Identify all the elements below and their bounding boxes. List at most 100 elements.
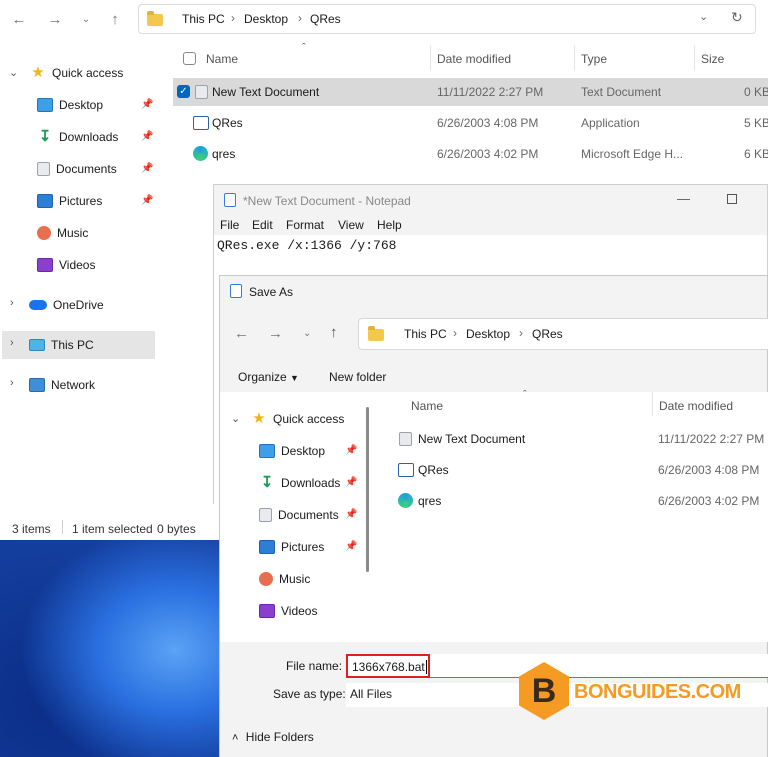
column-header-size[interactable]: Size bbox=[701, 52, 724, 66]
pin-icon[interactable]: 📌 bbox=[345, 445, 357, 456]
chevron-down-icon[interactable]: ⌄ bbox=[231, 412, 240, 425]
up-arrow-icon[interactable]: ↑ bbox=[104, 9, 126, 31]
chevron-right-icon: › bbox=[231, 11, 235, 25]
save-as-file-list: Name ˆ Date modified New Text Document 1… bbox=[378, 389, 768, 642]
sidebar-item-pictures[interactable]: Pictures bbox=[259, 534, 324, 560]
back-arrow-icon[interactable]: ← bbox=[8, 9, 30, 31]
column-divider[interactable] bbox=[652, 392, 653, 416]
menu-view[interactable]: View bbox=[338, 218, 364, 232]
sidebar-item-downloads[interactable]: ↧ Downloads bbox=[259, 470, 341, 496]
sidebar-item-videos[interactable]: Videos bbox=[37, 252, 95, 278]
sidebar-item-label: Documents bbox=[278, 508, 339, 522]
chevron-down-icon[interactable]: ⌄ bbox=[699, 10, 708, 23]
menu-format[interactable]: Format bbox=[286, 218, 324, 232]
sidebar-item-documents[interactable]: Documents bbox=[259, 502, 339, 528]
column-divider[interactable] bbox=[694, 46, 695, 70]
sort-up-icon: ˆ bbox=[302, 42, 306, 54]
list-item[interactable]: QRes 6/26/2003 4:08 PM bbox=[398, 456, 768, 484]
breadcrumb-this-pc[interactable]: This PC bbox=[182, 12, 225, 26]
file-name-input[interactable]: 1366x768.bat bbox=[346, 654, 430, 678]
star-icon: ★ bbox=[31, 64, 45, 81]
file-size: 5 KB bbox=[744, 116, 768, 130]
organize-button[interactable]: Organize ▼ bbox=[238, 370, 299, 384]
text-cursor bbox=[425, 660, 427, 674]
sidebar-item-desktop[interactable]: Desktop bbox=[259, 438, 325, 464]
file-type: Application bbox=[581, 116, 640, 130]
minimize-icon[interactable]: — bbox=[677, 191, 690, 206]
list-item[interactable]: qres 6/26/2003 4:02 PM bbox=[398, 487, 768, 515]
explorer-sidebar: ⌄ ★ Quick access Desktop 📌 ↧ Downloads 📌… bbox=[0, 40, 158, 516]
file-type: Microsoft Edge H... bbox=[581, 147, 684, 161]
recent-chevron-icon[interactable]: ⌄ bbox=[75, 9, 97, 31]
application-icon bbox=[398, 463, 414, 477]
sidebar-scrollbar[interactable] bbox=[366, 407, 369, 572]
column-header-name[interactable]: Name bbox=[206, 52, 238, 66]
pin-icon[interactable]: 📌 bbox=[345, 509, 357, 520]
forward-arrow-icon[interactable]: → bbox=[268, 325, 283, 342]
sidebar-item-videos[interactable]: Videos bbox=[259, 598, 317, 624]
sidebar-item-network[interactable]: Network bbox=[29, 372, 95, 398]
column-header-date[interactable]: Date modified bbox=[437, 52, 511, 66]
up-arrow-icon[interactable]: ↑ bbox=[330, 324, 338, 341]
chevron-right-icon[interactable]: › bbox=[10, 337, 14, 349]
menu-edit[interactable]: Edit bbox=[252, 218, 273, 232]
pin-icon[interactable]: 📌 bbox=[345, 541, 357, 552]
table-row[interactable]: QRes 6/26/2003 4:08 PM Application 5 KB bbox=[173, 109, 768, 137]
table-row[interactable]: ✓ New Text Document 11/11/2022 2:27 PM T… bbox=[173, 78, 768, 106]
select-all-checkbox[interactable] bbox=[183, 52, 196, 65]
column-divider[interactable] bbox=[430, 46, 431, 70]
breadcrumb-qres[interactable]: QRes bbox=[310, 12, 341, 26]
onedrive-icon bbox=[29, 300, 47, 310]
recent-chevron-icon[interactable]: ⌄ bbox=[303, 328, 311, 339]
breadcrumb-desktop[interactable]: Desktop bbox=[466, 327, 510, 341]
bonguides-logo: B BONGUIDES.COM bbox=[519, 662, 741, 720]
table-row[interactable]: qres 6/26/2003 4:02 PM Microsoft Edge H.… bbox=[173, 140, 768, 168]
save-as-address-bar[interactable]: This PC › Desktop › QRes bbox=[358, 318, 768, 350]
chevron-down-icon[interactable]: ⌄ bbox=[9, 66, 18, 79]
sort-up-icon: ˆ bbox=[523, 389, 527, 401]
sidebar-item-pictures[interactable]: Pictures bbox=[37, 188, 102, 214]
breadcrumb-desktop[interactable]: Desktop bbox=[244, 12, 288, 26]
pictures-icon bbox=[37, 194, 53, 208]
maximize-icon[interactable] bbox=[727, 194, 737, 204]
desktop-icon bbox=[259, 444, 275, 458]
hide-folders-button[interactable]: ˄ Hide Folders bbox=[232, 730, 314, 744]
sidebar-item-label: Quick access bbox=[52, 66, 124, 80]
column-header-date[interactable]: Date modified bbox=[659, 399, 733, 413]
sidebar-item-quick-access[interactable]: ★ Quick access bbox=[30, 60, 123, 86]
sidebar-item-downloads[interactable]: ↧ Downloads bbox=[37, 124, 119, 150]
chevron-up-icon: ˄ bbox=[232, 732, 239, 744]
sidebar-item-label: Pictures bbox=[281, 540, 325, 554]
sidebar-item-onedrive[interactable]: OneDrive bbox=[29, 292, 104, 318]
pin-icon[interactable]: 📌 bbox=[141, 195, 153, 206]
sidebar-item-music[interactable]: Music bbox=[37, 220, 88, 246]
menu-help[interactable]: Help bbox=[377, 218, 402, 232]
refresh-icon[interactable]: ↻ bbox=[731, 9, 743, 26]
sidebar-item-this-pc[interactable]: This PC bbox=[29, 332, 94, 358]
pin-icon[interactable]: 📌 bbox=[141, 163, 153, 174]
column-header-name[interactable]: Name bbox=[411, 399, 443, 413]
pin-icon[interactable]: 📌 bbox=[141, 131, 153, 142]
breadcrumb-this-pc[interactable]: This PC bbox=[404, 327, 447, 341]
sidebar-item-quick-access[interactable]: ★ Quick access bbox=[251, 406, 344, 432]
chevron-right-icon[interactable]: › bbox=[10, 297, 14, 309]
forward-arrow-icon[interactable]: → bbox=[44, 9, 66, 31]
breadcrumb-qres[interactable]: QRes bbox=[532, 327, 563, 341]
new-folder-button[interactable]: New folder bbox=[329, 370, 386, 384]
file-name: New Text Document bbox=[212, 85, 320, 99]
sidebar-item-music[interactable]: Music bbox=[259, 566, 310, 592]
pin-icon[interactable]: 📌 bbox=[345, 477, 357, 488]
list-item[interactable]: New Text Document 11/11/2022 2:27 PM bbox=[398, 425, 768, 453]
back-arrow-icon[interactable]: ← bbox=[234, 325, 249, 342]
column-divider[interactable] bbox=[574, 46, 575, 70]
save-as-titlebar: Save As bbox=[220, 276, 767, 308]
menu-file[interactable]: File bbox=[220, 218, 239, 232]
sidebar-item-desktop[interactable]: Desktop bbox=[37, 92, 103, 118]
pin-icon[interactable]: 📌 bbox=[141, 99, 153, 110]
notepad-title: *New Text Document - Notepad bbox=[243, 194, 411, 208]
sidebar-item-documents[interactable]: Documents bbox=[37, 156, 117, 182]
column-header-type[interactable]: Type bbox=[581, 52, 607, 66]
checkbox-checked-icon[interactable]: ✓ bbox=[177, 85, 190, 98]
chevron-right-icon[interactable]: › bbox=[10, 377, 14, 389]
explorer-address-bar[interactable]: This PC › Desktop › QRes ⌄ ↻ bbox=[138, 4, 756, 34]
